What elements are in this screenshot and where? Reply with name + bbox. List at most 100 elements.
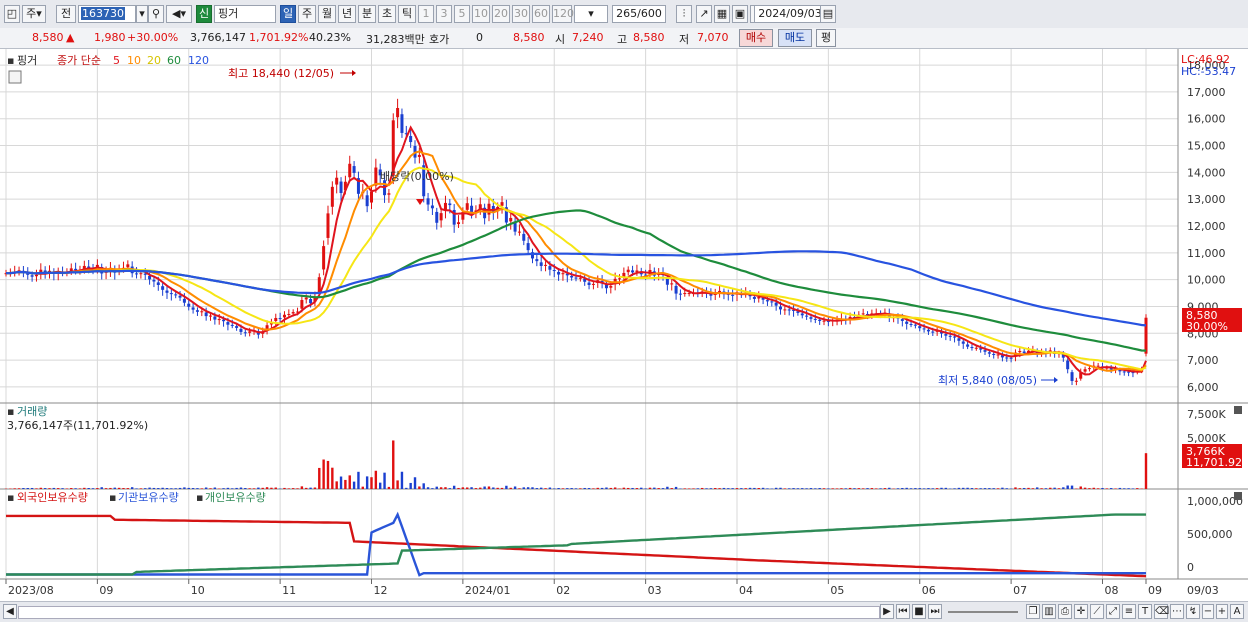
volume-bar <box>270 488 272 489</box>
volume-bar <box>322 460 324 489</box>
scroll-left-icon[interactable]: ◀ <box>3 604 17 619</box>
volume-bar <box>1097 488 1099 489</box>
code-input[interactable]: 163730 <box>78 5 136 23</box>
volume-bar <box>544 488 546 489</box>
cross-icon[interactable]: ✛ <box>1074 604 1088 619</box>
zoom-out-icon[interactable]: − <box>1202 604 1214 619</box>
period-week[interactable]: 주 <box>298 5 316 23</box>
stock-name-field[interactable]: 핑거 <box>214 5 276 23</box>
unit-5[interactable]: 5 <box>454 5 470 23</box>
candle-body <box>431 205 434 208</box>
candle-body <box>440 213 443 220</box>
split-icon[interactable]: ▥ <box>1042 604 1056 619</box>
candle-body <box>970 347 973 348</box>
volume-bar <box>353 482 355 489</box>
line-icon[interactable]: ⟋ <box>1090 604 1104 619</box>
volume-bar <box>470 487 472 489</box>
candle-body <box>283 315 286 318</box>
candle-body <box>905 322 908 324</box>
date-field[interactable]: 2024/09/03 <box>754 5 826 23</box>
candle-body <box>353 166 356 173</box>
zoom-in-icon[interactable]: + <box>1216 604 1228 619</box>
first-icon[interactable]: ⏮ <box>896 604 910 619</box>
ma-legend-20: 20 <box>147 54 161 67</box>
price-tick-label: 17,000 <box>1187 86 1226 99</box>
unit-1[interactable]: 1 <box>418 5 434 23</box>
volume-title: 거래량 <box>17 405 47 418</box>
candle-body <box>1071 372 1074 381</box>
volume-bar <box>701 488 703 489</box>
unit-custom-select[interactable]: ▾ <box>574 5 608 23</box>
volume-bar <box>814 488 816 489</box>
period-tick[interactable]: 틱 <box>398 5 416 23</box>
volume-bar <box>209 488 211 489</box>
table-toggle-icon[interactable] <box>9 71 21 83</box>
stock-chart[interactable]: 18,00017,00016,00015,00014,00013,00012,0… <box>0 49 1248 601</box>
code-dropdown-icon[interactable]: ▾ <box>136 5 148 23</box>
market-label: 주 <box>26 7 36 20</box>
volume-bar <box>1136 488 1138 489</box>
stop-icon[interactable]: ■ <box>912 604 926 619</box>
more-icon[interactable]: ⋯ <box>1170 604 1184 619</box>
scroll-right-icon[interactable]: ▶ <box>880 604 894 619</box>
vol-panel-close-icon[interactable] <box>1234 406 1242 414</box>
volume-bar <box>810 488 812 489</box>
draw-tool-icon[interactable]: ↗ <box>696 5 712 23</box>
period-year[interactable]: 년 <box>338 5 356 23</box>
magnet-icon[interactable]: ↯ <box>1186 604 1200 619</box>
window-menu-icon[interactable]: ◰ <box>4 5 20 23</box>
sound-icon[interactable]: ◀▾ <box>166 5 192 23</box>
prev-button[interactable]: 전 <box>56 5 76 23</box>
period-month[interactable]: 월 <box>318 5 336 23</box>
unit-30[interactable]: 30 <box>512 5 530 23</box>
volume-bar <box>475 488 477 489</box>
volume-bar <box>436 487 438 489</box>
buy-button[interactable]: 매수 <box>739 29 773 47</box>
period-second[interactable]: 초 <box>378 5 396 23</box>
search-icon[interactable]: ⚲ <box>148 5 164 23</box>
indicator-icon[interactable]: ▦ <box>714 5 730 23</box>
volume-bar <box>309 488 311 489</box>
calendar-icon[interactable]: ▤ <box>820 5 836 23</box>
candle-body <box>823 321 826 322</box>
save-icon[interactable]: ▣ <box>732 5 748 23</box>
volume-bars <box>5 440 1147 489</box>
unit-120[interactable]: 120 <box>552 5 572 23</box>
copy-icon[interactable]: ❐ <box>1026 604 1040 619</box>
count-field[interactable]: 265/600 <box>612 5 666 23</box>
fib-icon[interactable]: ≡ <box>1122 604 1136 619</box>
volume-bar <box>710 488 712 489</box>
volume-bar <box>940 488 942 489</box>
auto-scale-icon[interactable]: A <box>1230 604 1244 619</box>
volume-bar <box>1127 488 1129 489</box>
volume-bar <box>153 488 155 489</box>
unit-10[interactable]: 10 <box>472 5 490 23</box>
eval-button[interactable]: 평 <box>816 29 836 47</box>
scrollbar-track[interactable] <box>18 606 880 619</box>
period-minute[interactable]: 분 <box>358 5 376 23</box>
bottom-bar: ◀ ▶ ⏮ ■ ⏭ ❐ ▥ ⎙ ✛ ⟋ ⤢ ≡ T ⌫ ⋯ ↯ − + A <box>0 601 1248 622</box>
candle-type-icon[interactable]: ⫶ <box>676 5 692 23</box>
print-icon[interactable]: ⎙ <box>1058 604 1072 619</box>
volume-bar <box>240 488 242 489</box>
period-day[interactable]: 일 <box>280 5 296 23</box>
volume-bar <box>1062 487 1064 489</box>
dividend-annotation: 배당락(0.00%) <box>380 170 454 183</box>
text-tool-icon[interactable]: T <box>1138 604 1152 619</box>
unit-60[interactable]: 60 <box>532 5 550 23</box>
volume-bar <box>140 488 142 489</box>
zoom-slider[interactable] <box>948 611 1018 613</box>
unit-3[interactable]: 3 <box>436 5 452 23</box>
volume-bar <box>83 488 85 489</box>
next-icon[interactable]: ⏭ <box>928 604 942 619</box>
chart-area[interactable]: 18,00017,00016,00015,00014,00013,00012,0… <box>0 49 1248 601</box>
trend-icon[interactable]: ⤢ <box>1106 604 1120 619</box>
sell-button[interactable]: 매도 <box>778 29 812 47</box>
eraser-icon[interactable]: ⌫ <box>1154 604 1168 619</box>
unit-20[interactable]: 20 <box>492 5 510 23</box>
volume-bar <box>527 487 529 489</box>
hold-panel-close-icon[interactable] <box>1234 492 1242 500</box>
open-label: 시 <box>555 31 565 47</box>
market-select[interactable]: 주▾ <box>22 5 46 23</box>
volume-bar <box>344 480 346 489</box>
